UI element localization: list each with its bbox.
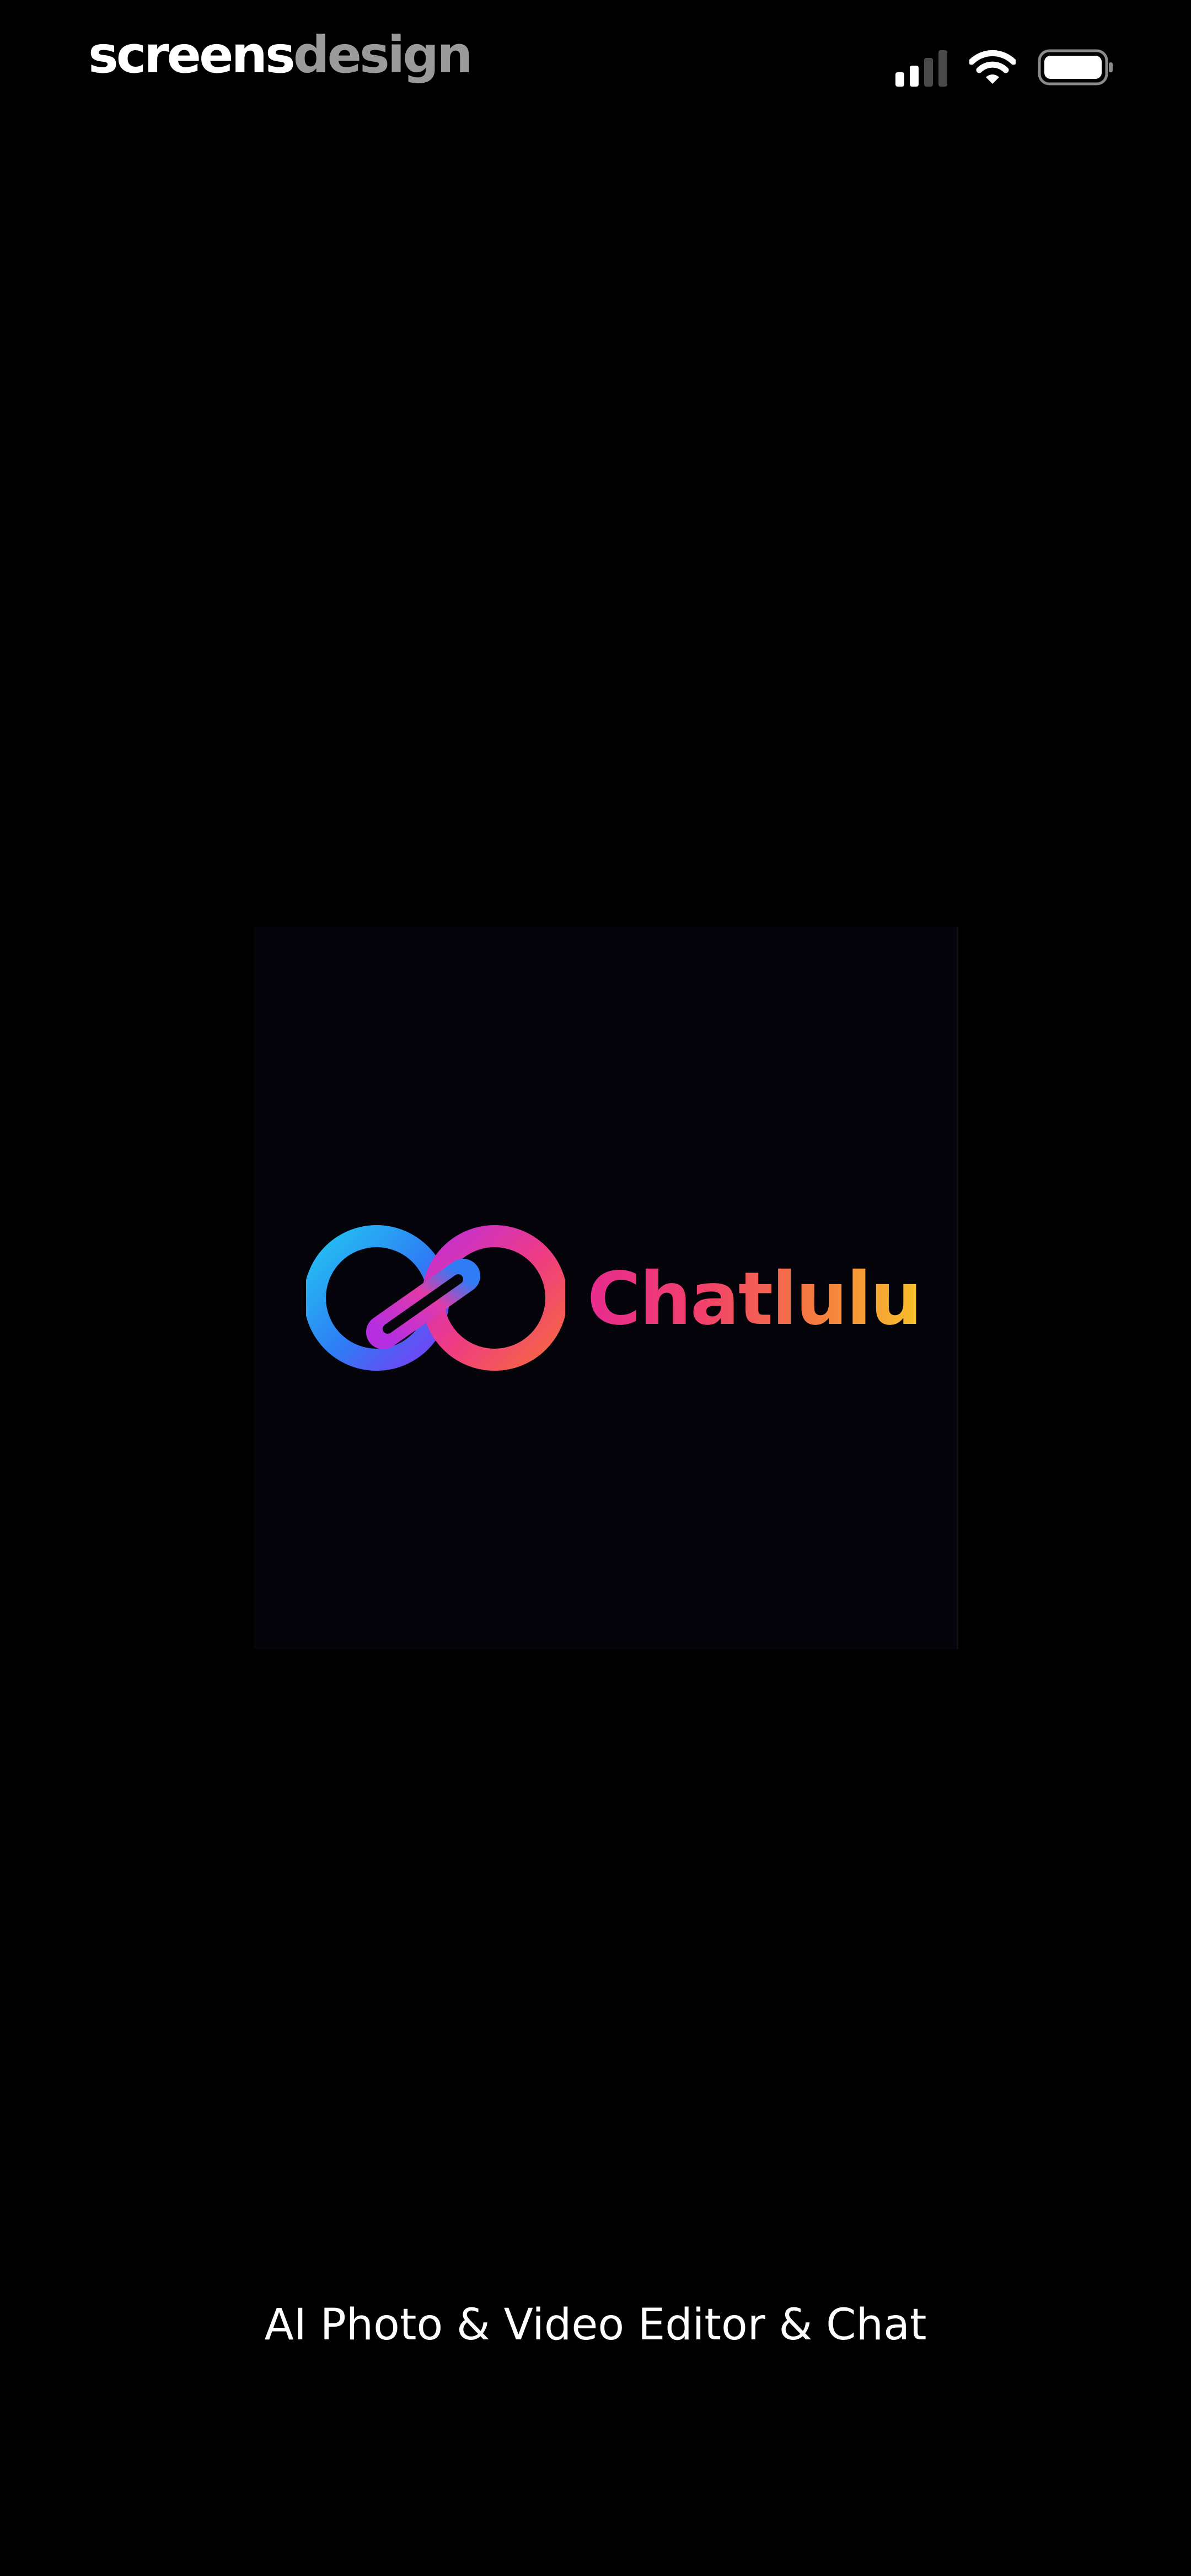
battery-fill [1044,56,1102,79]
signal-bar-1 [895,72,904,87]
watermark-part-design: design [293,25,473,84]
status-icons [895,45,1114,89]
screensdesign-watermark: screensdesign [88,22,473,88]
infinity-link-logo-icon [306,1225,565,1371]
app-tagline: AI Photo & Video Editor & Chat [264,2300,927,2350]
wifi-icon [969,50,1016,84]
app-logo: Chatlulu [306,1216,922,1382]
battery-icon [1038,49,1113,85]
signal-bar-3 [924,58,933,87]
cellular-signal-icon [895,48,947,87]
signal-bar-4 [938,50,947,87]
app-name: Chatlulu [587,1255,922,1343]
status-bar: screensdesign [0,0,1191,110]
watermark-part-screens: screens [88,25,296,84]
signal-bar-2 [910,66,919,87]
